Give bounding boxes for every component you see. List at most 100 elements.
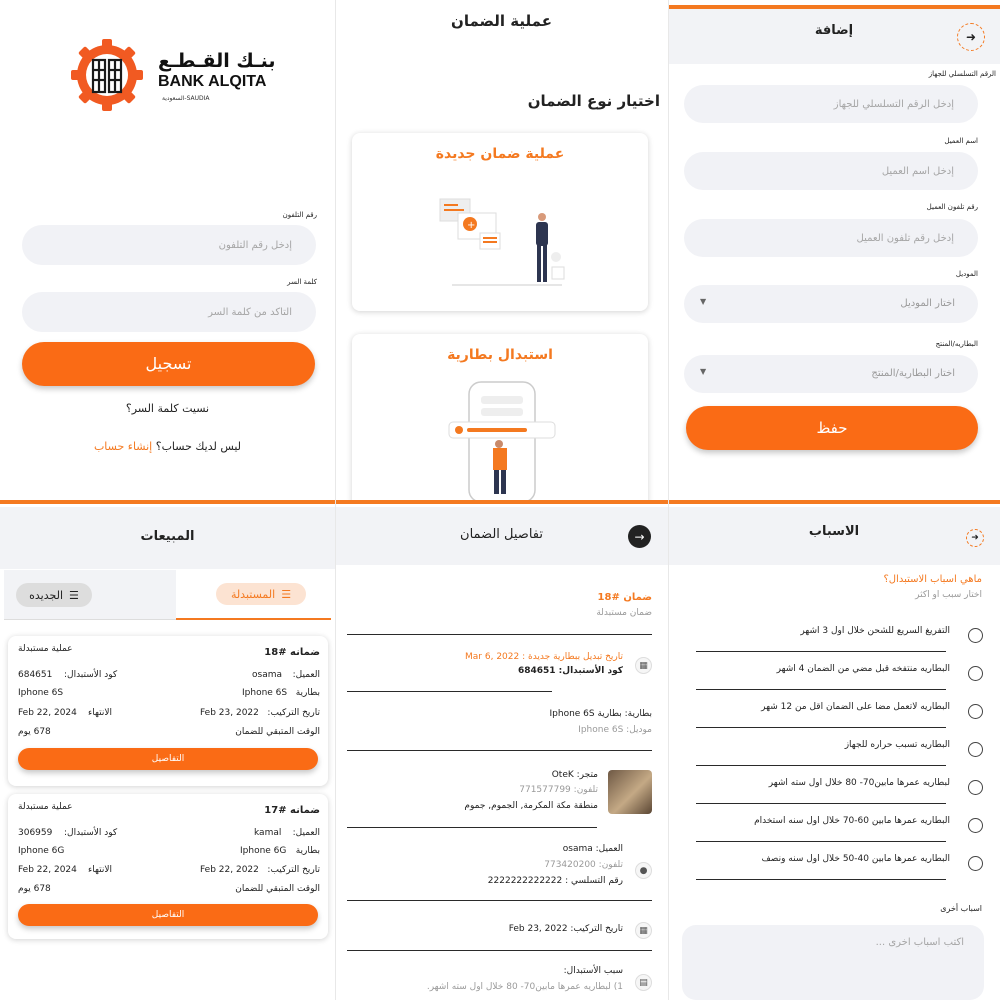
- details-button[interactable]: التفاصيل: [18, 904, 318, 926]
- no-account-text: ليس لديك حساب؟: [155, 440, 242, 453]
- customer-label: اسم العميل: [944, 137, 978, 145]
- reason-item[interactable]: البطاريه تسبب حراره للجهاز: [668, 730, 1000, 766]
- other-reasons-field[interactable]: [682, 925, 984, 1000]
- model-placeholder: اختار الموديل: [900, 298, 955, 309]
- gear-logo-icon: [71, 39, 143, 111]
- reason-item[interactable]: البطاريه عمرها مابين 60-70 خلال اول سنه …: [668, 806, 1000, 842]
- serial-input[interactable]: [684, 85, 978, 123]
- tab-replaced-pill: ☰ المستبدلة: [216, 583, 306, 605]
- tab-replaced[interactable]: ☰ المستبدلة: [176, 570, 331, 620]
- card-expiry-label: الانتهاء: [88, 708, 112, 718]
- radio-button[interactable]: [968, 780, 983, 795]
- details-button[interactable]: التفاصيل: [18, 748, 318, 770]
- new-warranty-illustration: +: [439, 198, 565, 286]
- create-account-link[interactable]: إنشاء حساب: [94, 440, 152, 453]
- reason-item[interactable]: البطاريه لاتعمل مضا على الضمان اقل من 12…: [668, 692, 1000, 728]
- reason-label: البطاريه تسبب حراره للجهاز: [844, 740, 950, 750]
- divider: [696, 879, 946, 880]
- customer-phone: تلفون: 773420200: [544, 860, 623, 870]
- battery-line: بطارية: بطارية Iphone 6S: [549, 709, 653, 719]
- divider: [347, 827, 597, 828]
- card-customer-label: العميل:: [292, 670, 320, 680]
- reasons-question: ماهي اسباب الاستبدال؟: [883, 574, 982, 585]
- header-title: الاسباب: [808, 524, 860, 539]
- battery-placeholder: اختار البطارية/المنتج: [871, 368, 955, 379]
- card-expiry-label: الانتهاء: [88, 865, 112, 875]
- radio-button[interactable]: [968, 856, 983, 871]
- card-remaining-label: الوقت المتبقي للضمان: [235, 727, 320, 737]
- header-title: تفاصيل الضمان: [460, 527, 543, 542]
- serial-field[interactable]: [684, 85, 978, 123]
- back-gear-icon[interactable]: ➜: [957, 23, 985, 51]
- reason-item[interactable]: التفريغ السريع للشحن خلال اول 3 اشهر: [668, 616, 1000, 652]
- card-title: ضمانه #17: [264, 805, 320, 816]
- model-select[interactable]: اختار الموديل ▼: [684, 285, 978, 323]
- tab-new[interactable]: ☰ الجديده: [16, 583, 92, 607]
- logo-sub: السعودية-SAUDIA: [162, 95, 210, 102]
- card-install-label: تاريخ التركيب:: [267, 708, 320, 718]
- card-remaining-label: الوقت المتبقي للضمان: [235, 884, 320, 894]
- customer-phone-field[interactable]: [684, 219, 978, 257]
- divider: [696, 841, 946, 842]
- login-button[interactable]: تسجيل: [22, 342, 315, 386]
- card-model: Iphone 6G: [18, 846, 65, 856]
- customer-line: العميل: osama: [562, 844, 623, 854]
- tab-replaced-label: المستبدلة: [230, 587, 276, 601]
- customer-phone-input[interactable]: [684, 219, 978, 257]
- card-status: عملية مستبدلة: [18, 802, 73, 812]
- details-screen: تفاصيل الضمان → ضمان #18 ضمان مستبدلة ▦ …: [335, 500, 668, 1000]
- phone-input[interactable]: [22, 225, 316, 265]
- save-button[interactable]: حفظ: [686, 406, 978, 450]
- store-phone: تلفون: 771577799: [519, 785, 598, 795]
- card-install: Feb 22, 2022: [200, 865, 259, 875]
- svg-text:+: +: [467, 220, 475, 231]
- password-input[interactable]: [22, 292, 316, 332]
- sales-card-1: ضمانه #18 عملية مستبدلة العميل: osama كو…: [8, 636, 328, 786]
- person-icon: ●: [635, 862, 652, 879]
- card-battery-label: بطارية: [295, 688, 320, 698]
- reason-item[interactable]: البطاريه عمرها مابين 40-50 خلال اول سنه …: [668, 844, 1000, 880]
- divider: [347, 750, 652, 751]
- page-title: عملية الضمان: [451, 12, 552, 30]
- divider: [347, 691, 552, 692]
- header-title: إضافة: [814, 23, 854, 38]
- radio-button[interactable]: [968, 628, 983, 643]
- replace-battery-illustration: [448, 381, 556, 500]
- chevron-down-icon: ▼: [700, 297, 707, 306]
- card-remaining: 678 يوم: [18, 884, 51, 894]
- document-icon: ▤: [635, 974, 652, 991]
- calendar-icon: ▦: [635, 922, 652, 939]
- header-bar: إضافة ➜: [668, 9, 1000, 64]
- radio-button[interactable]: [968, 704, 983, 719]
- back-gear-icon[interactable]: ➜: [966, 529, 984, 547]
- customer-input[interactable]: [684, 152, 978, 190]
- other-reasons-input[interactable]: [682, 925, 984, 1000]
- logo-arabic: بنـك القـطـع: [158, 50, 276, 72]
- reason-label: البطاريه عمرها مابين 60-70 خلال اول سنه …: [754, 816, 950, 826]
- divider: [696, 727, 946, 728]
- reason-title: سبب الأستبدال:: [563, 966, 623, 976]
- replace-battery-card[interactable]: استبدال بطارية: [352, 334, 648, 500]
- new-warranty-card[interactable]: عملية ضمان جديدة +: [352, 133, 648, 311]
- radio-button[interactable]: [968, 742, 983, 757]
- battery-select[interactable]: اختار البطارية/المنتج ▼: [684, 355, 978, 393]
- reason-label: البطاريه لاتعمل مضا على الضمان اقل من 12…: [761, 702, 950, 712]
- radio-button[interactable]: [968, 666, 983, 681]
- tab-new-label: الجديده: [29, 588, 64, 602]
- reasons-screen: الاسباب ➜ ماهي اسباب الاستبدال؟ اختار سب…: [668, 500, 1000, 1000]
- signup-row: ليس لديك حساب؟ إنشاء حساب: [0, 440, 335, 453]
- radio-button[interactable]: [968, 818, 983, 833]
- customer-field[interactable]: [684, 152, 978, 190]
- reason-item[interactable]: البطاريه منتفخه قبل مضي من الضمان 4 اشهر: [668, 654, 1000, 690]
- divider: [696, 765, 946, 766]
- replace-battery-title: استبدال بطارية: [447, 347, 553, 363]
- warranty-type-screen: عملية الضمان اختيار نوع الضمان عملية ضما…: [335, 0, 668, 500]
- forgot-password-link[interactable]: نسيت كلمة السر؟: [0, 402, 335, 415]
- reason-item[interactable]: لبطاريه عمرها مابين70- 80 خلال اول سته ا…: [668, 768, 1000, 804]
- back-arrow-icon[interactable]: →: [628, 525, 651, 548]
- reason-label: لبطاريه عمرها مابين70- 80 خلال اول سته ا…: [768, 778, 950, 788]
- password-field[interactable]: [22, 292, 316, 332]
- reason-label: البطاريه منتفخه قبل مضي من الضمان 4 اشهر: [776, 664, 950, 674]
- phone-field[interactable]: [22, 225, 316, 265]
- model-line: موديل: Iphone 6S: [578, 725, 652, 735]
